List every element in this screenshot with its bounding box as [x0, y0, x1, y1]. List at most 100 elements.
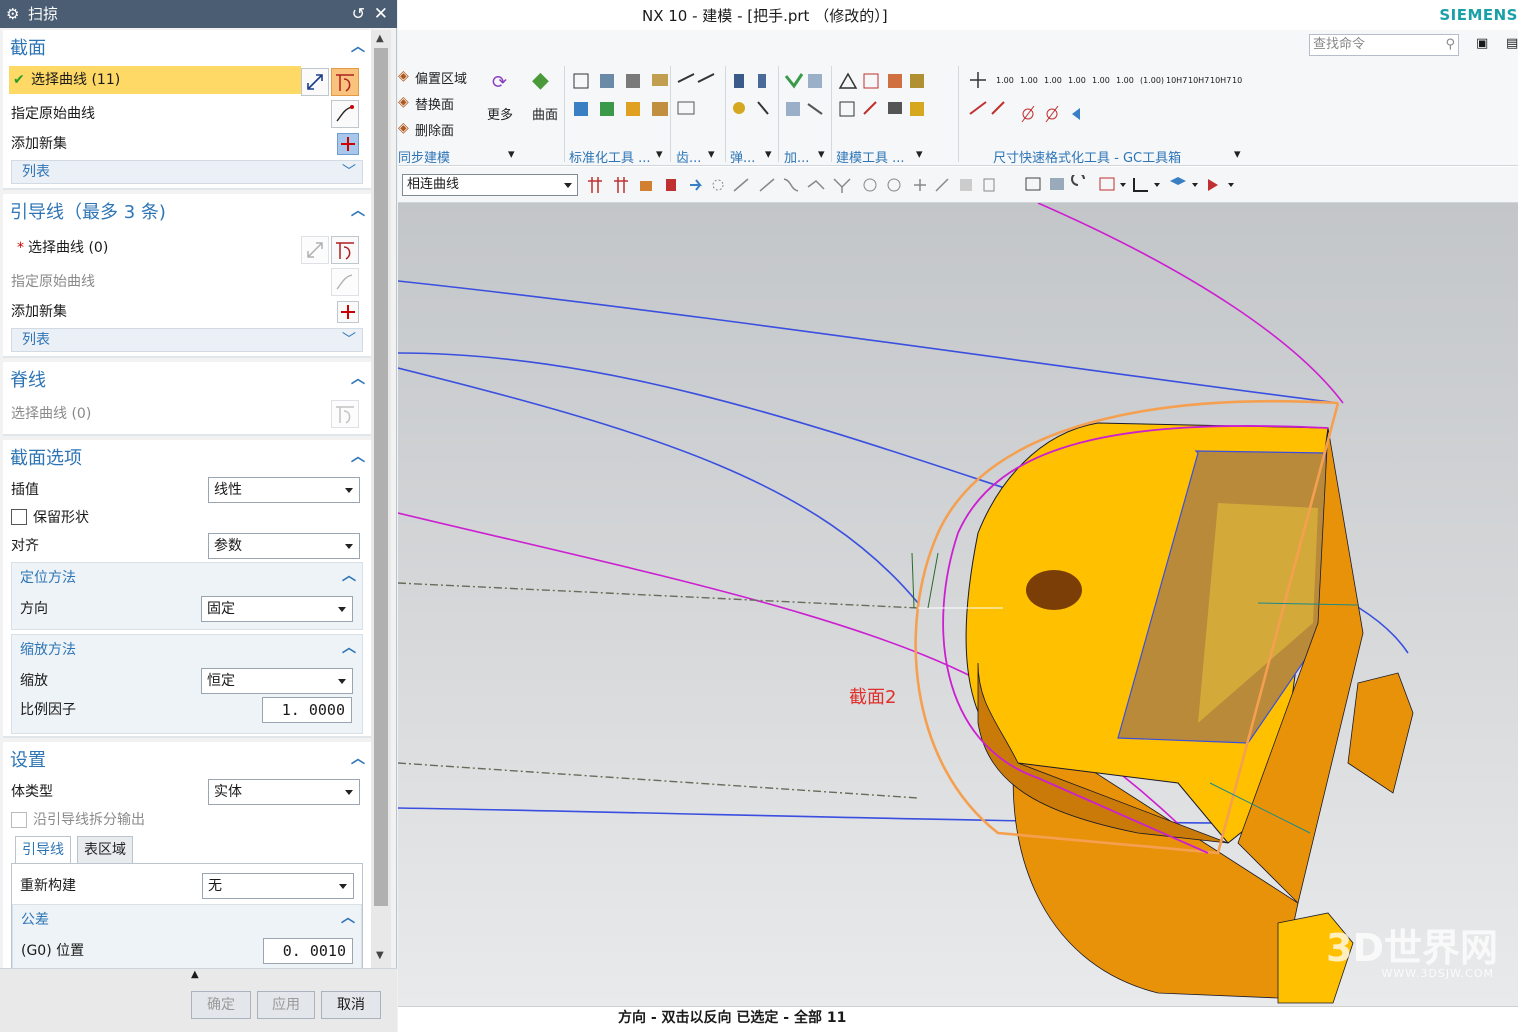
tab-guide[interactable]: 引导线 — [15, 836, 71, 864]
guide-curve[interactable] — [398, 280, 1339, 404]
scale-factor-input[interactable]: 1. 0000 — [262, 697, 352, 723]
group-standard-tools-menu-icon[interactable]: ▾ — [656, 147, 663, 162]
spine-curve-rule-icon[interactable] — [331, 400, 359, 428]
orient-dir-select[interactable]: 固定 — [201, 596, 353, 622]
close-icon[interactable]: ✕ — [374, 0, 388, 28]
cancel-button[interactable]: 取消 — [321, 991, 381, 1019]
group-sync-modeling-menu-icon[interactable]: ▾ — [508, 147, 515, 162]
group-spring[interactable]: 弹... — [730, 147, 755, 166]
section-add-new-set[interactable]: 添加新集 — [3, 130, 371, 158]
guide-origin-icon[interactable] — [331, 268, 359, 296]
g0-input[interactable]: 0. 0010 — [263, 938, 353, 964]
apply-button[interactable]: 应用 — [257, 991, 315, 1019]
dim-format-11[interactable]: 10 — [1232, 76, 1242, 86]
more-button[interactable]: 更多 — [487, 104, 513, 123]
collapse-orient-icon[interactable]: ︿ — [342, 565, 356, 585]
group-standard-tools[interactable]: 标准化工具 ... — [569, 147, 651, 166]
dim-format-3[interactable]: 1.00 — [1044, 76, 1062, 86]
dim-format-8[interactable]: 10H7 — [1166, 76, 1187, 86]
model-view[interactable] — [398, 203, 1518, 1006]
scroll-down-icon[interactable]: ▼ — [376, 950, 384, 961]
align-select[interactable]: 参数 — [208, 533, 360, 559]
guide-add-set-icon[interactable] — [337, 301, 359, 323]
interp-select[interactable]: 线性 — [208, 477, 360, 503]
gear-tools-icons[interactable] — [676, 70, 722, 124]
collapse-guide-icon[interactable]: ︿ — [351, 200, 365, 220]
curve-rule-select[interactable]: 相连曲线 — [402, 174, 578, 196]
ok-button[interactable]: 确定 — [191, 991, 251, 1019]
surface-icon[interactable]: ◆ — [532, 68, 549, 93]
dim-format-10[interactable]: 10H7 — [1210, 76, 1231, 86]
offset-region-icon[interactable]: ◈ — [398, 68, 414, 84]
window-restore-icon[interactable]: ▣ — [1476, 36, 1488, 51]
collapse-section-options-icon[interactable]: ︿ — [351, 446, 365, 466]
offset-region-button[interactable]: 偏置区域 — [415, 68, 467, 87]
group-gc-dim-format[interactable]: 尺寸快速格式化工具 - GC工具箱 — [993, 147, 1181, 166]
dim-format-4[interactable]: 1.00 — [1068, 76, 1086, 86]
group-gear[interactable]: 齿... — [676, 147, 701, 166]
dim-tools-row2-icons[interactable] — [1018, 102, 1098, 126]
group-gc-dim-format-menu-icon[interactable]: ▾ — [1234, 147, 1241, 162]
guide-list[interactable]: 列表 ﹀ — [11, 328, 363, 352]
scroll-up-icon[interactable]: ▲ — [376, 33, 384, 44]
dim-format-9[interactable]: 10H7 — [1188, 76, 1209, 86]
view-tools-icons[interactable] — [1024, 175, 1254, 195]
reverse-direction-icon[interactable] — [301, 68, 329, 96]
dim-format-6[interactable]: 1.00 — [1116, 76, 1134, 86]
section-specify-origin[interactable]: 指定原始曲线 — [3, 100, 371, 128]
search-command-input[interactable]: 查找命令 ⚲ — [1309, 34, 1459, 56]
guide-curve-rule-icon[interactable] — [331, 236, 359, 264]
more-refresh-icon[interactable]: ⟳ — [492, 72, 507, 93]
curve-rule-icon[interactable] — [331, 68, 359, 96]
handle-hole[interactable] — [1026, 570, 1082, 610]
collapse-tolerance-icon[interactable]: ︿ — [341, 907, 355, 927]
collapse-scale-icon[interactable]: ︿ — [342, 637, 356, 657]
group-add-menu-icon[interactable]: ▾ — [818, 147, 825, 162]
surface-button[interactable]: 曲面 — [532, 104, 558, 123]
group-sync-modeling[interactable]: 同步建模 — [398, 147, 450, 166]
guide-reverse-icon[interactable] — [301, 236, 329, 264]
group-spring-menu-icon[interactable]: ▾ — [765, 147, 772, 162]
group-modeling-tools[interactable]: 建模工具 ... — [836, 147, 905, 166]
scale-select[interactable]: 恒定 — [201, 668, 353, 694]
modeling-tools-icons[interactable] — [836, 70, 928, 124]
dim-format-7[interactable]: (1.00) — [1140, 76, 1164, 86]
graphics-viewport[interactable]: 截面2 3D世界网 WWW.3DSJW.COM — [398, 203, 1518, 1006]
collapse-spine-icon[interactable]: ︿ — [351, 368, 365, 388]
standard-tools-icons[interactable] — [570, 70, 650, 124]
add-set-icon[interactable] — [337, 133, 359, 155]
group-add[interactable]: 加... — [784, 147, 809, 166]
origin-curve-icon[interactable] — [331, 100, 359, 128]
window-menu-icon[interactable]: ▤ — [1506, 36, 1518, 51]
spring-tools-icons[interactable] — [730, 70, 774, 124]
rebuild-select[interactable]: 无 — [202, 873, 354, 899]
group-gear-menu-icon[interactable]: ▾ — [708, 147, 715, 162]
replace-face-icon[interactable]: ◈ — [398, 94, 414, 110]
snap-point-icons[interactable] — [586, 175, 1006, 195]
spine-curve[interactable] — [1037, 203, 1344, 404]
collapse-section-icon[interactable]: ︿ — [351, 36, 365, 56]
collapse-settings-icon[interactable]: ︿ — [351, 748, 365, 768]
dim-format-1[interactable]: 1.00 — [996, 76, 1014, 86]
guide-add-new-set[interactable]: 添加新集 — [3, 298, 371, 326]
spine-select-curve[interactable]: 选择曲线 (0) — [3, 400, 371, 428]
scrollbar-thumb[interactable] — [374, 48, 388, 906]
boss[interactable] — [1347, 672, 1414, 794]
guide-curve[interactable] — [398, 367, 919, 604]
dim-format-2[interactable]: 1.00 — [1020, 76, 1038, 86]
more-options-icon[interactable]: ▲ — [191, 969, 199, 980]
section-list[interactable]: 列表 ﹀ — [11, 160, 363, 184]
reset-icon[interactable]: ↺ — [352, 0, 365, 28]
delete-face-icon[interactable]: ◈ — [398, 120, 414, 136]
body-type-select[interactable]: 实体 — [208, 779, 360, 805]
section-select-curve[interactable]: ✔ 选择曲线 (11) — [9, 66, 301, 94]
search-icon[interactable]: ⚲ — [1445, 35, 1455, 55]
dialog-scrollbar[interactable]: ▲ ▼ — [371, 30, 391, 968]
replace-face-button[interactable]: 替换面 — [415, 94, 454, 113]
dim-format-5[interactable]: 1.00 — [1092, 76, 1110, 86]
delete-face-button[interactable]: 删除面 — [415, 120, 454, 139]
guide-specify-origin[interactable]: 指定原始曲线 — [3, 268, 371, 296]
add-tools-icons[interactable] — [784, 70, 830, 124]
tab-face-region[interactable]: 表区域 — [77, 836, 133, 864]
group-modeling-tools-menu-icon[interactable]: ▾ — [916, 147, 923, 162]
